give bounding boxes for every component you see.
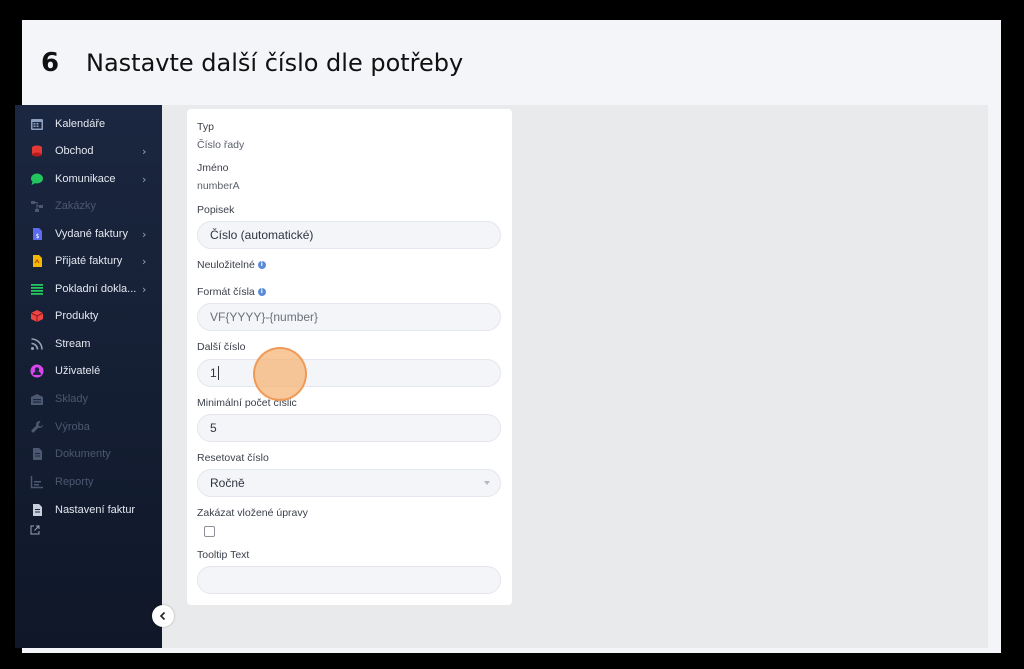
dalsi-cislo-label: Další číslo [197,341,246,353]
min-digits-label: Minimální počet číslic [197,397,297,409]
sidebar-item-přijaté-faktury[interactable]: Přijaté faktury › [15,250,162,272]
reset-select[interactable]: Ročně [197,469,501,497]
field-settings-panel: Typ Číslo řady Jméno numberA Popisek Čís… [187,109,512,605]
format-label: Formát čísla i [197,286,266,298]
rss-icon [30,337,44,351]
wrench-icon [30,420,44,434]
document-icon [30,447,44,461]
reset-select-value: Ročně [210,476,245,490]
chevron-right-icon: › [142,172,147,186]
step-header: 6 Nastavte další číslo dle potřeby [22,20,1001,106]
chevron-right-icon: › [142,144,147,158]
popisek-label: Popisek [197,204,235,216]
invoice-in-icon [30,254,44,268]
sidebar-item-zakázky[interactable]: Zakázky [15,195,162,217]
flow-icon [30,199,44,213]
jmeno-label: Jméno [197,162,229,174]
chevron-left-icon [159,611,166,621]
box-icon [30,309,44,323]
sidebar-item-výroba[interactable]: Výroba [15,416,162,438]
dalsi-cislo-value: 1 [210,366,217,380]
format-input[interactable]: VF{YYYY}-{number} [197,303,501,331]
tooltip-label: Tooltip Text [197,549,250,561]
step-number: 6 [41,48,60,78]
zakazat-checkbox[interactable] [204,526,215,537]
sidebar-item-stream[interactable]: Stream [15,333,162,355]
typ-value: Číslo řady [197,139,245,151]
sidebar-item-label: Vydané faktury [55,228,128,240]
zakazat-label: Zakázat vložené úpravy [197,507,308,519]
sidebar-item-komunikace[interactable]: Komunikace › [15,168,162,190]
sidebar-item-label: Přijaté faktury [55,255,123,267]
collapse-sidebar-button[interactable] [152,605,174,627]
chevron-right-icon: › [142,282,147,296]
app-window: Kalendáře Obchod › Komunikace › Zakázky $ Vydan… [15,105,988,648]
settings-doc-icon [30,503,44,517]
sidebar: Kalendáře Obchod › Komunikace › Zakázky $ Vydan… [15,105,162,648]
chevron-down-icon [484,481,490,485]
tooltip-input[interactable] [197,566,501,594]
sidebar-item-label: Sklady [55,393,89,405]
report-icon [30,475,44,489]
sidebar-item-label: Produkty [55,310,99,322]
text-caret [217,366,219,380]
sidebar-item-label: Reporty [55,476,94,488]
jmeno-value: numberA [197,180,240,192]
chevron-right-icon: › [142,254,147,268]
list-icon [30,282,44,296]
sidebar-item-sklady[interactable]: Sklady [15,388,162,410]
sidebar-item-label: Nastavení faktur [55,504,136,516]
user-icon [30,364,44,378]
chevron-right-icon: › [142,227,147,241]
step-title: Nastavte další číslo dle potřeby [86,49,464,77]
svg-text:$: $ [36,233,40,240]
sidebar-item-kalendáře[interactable]: Kalendáře [15,113,162,135]
chat-icon [30,172,44,186]
popisek-input[interactable]: Číslo (automatické) [197,221,501,249]
sidebar-item-label: Obchod [55,145,94,157]
sidebar-item-pokladní-dokla[interactable]: Pokladní dokla... › [15,278,162,300]
sidebar-item-produkty[interactable]: Produkty [15,305,162,327]
reset-label: Resetovat číslo [197,452,269,464]
sidebar-item-uživatelé[interactable]: Uživatelé [15,360,162,382]
calendar-icon [30,117,44,131]
sidebar-item-nastavení-faktur[interactable]: Nastavení faktur [15,499,162,521]
min-digits-input[interactable]: 5 [197,414,501,442]
invoice-out-icon: $ [30,227,44,241]
sidebar-item-reporty[interactable]: Reporty [15,471,162,493]
typ-label: Typ [197,121,214,133]
sidebar-item-label: Komunikace [55,173,116,185]
sidebar-item-label: Dokumenty [55,448,111,460]
coins-icon [30,144,44,158]
warehouse-icon [30,392,44,406]
format-text: Formát čísla [197,286,255,298]
sidebar-item-label: Stream [55,338,91,350]
sidebar-item-vydané-faktury[interactable]: $ Vydané faktury › [15,223,162,245]
sidebar-item-dokumenty[interactable]: Dokumenty [15,443,162,465]
neulozitelne-text: Neuložitelné [197,259,255,271]
info-icon[interactable]: i [257,261,266,269]
info-icon[interactable]: i [257,288,266,296]
sidebar-item-label: Zakázky [55,200,96,212]
neulozitelne-label: Neuložitelné i [197,259,266,271]
sidebar-item-obchod[interactable]: Obchod › [15,140,162,162]
sidebar-item-label: Uživatelé [55,365,101,377]
sidebar-item-label: Pokladní dokla... [55,283,137,295]
sidebar-item-label: Výroba [55,421,90,433]
sidebar-item-label: Kalendáře [55,118,106,130]
dalsi-cislo-input[interactable]: 1 [197,359,501,387]
external-link-icon[interactable] [30,525,40,535]
